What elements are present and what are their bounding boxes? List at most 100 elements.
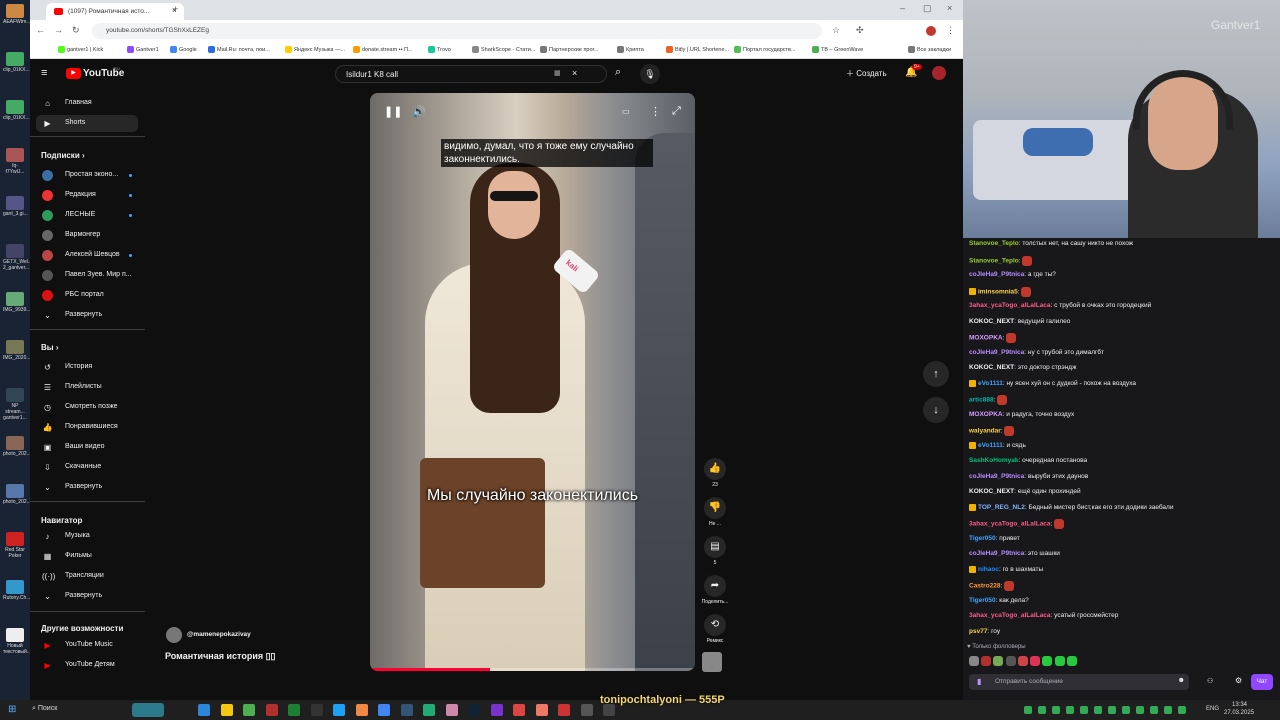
taskbar-app-icon[interactable] [580,704,593,716]
chat-username[interactable]: KOKOC_NEXT [969,364,1014,371]
bits-icon[interactable]: ⚇ [1207,677,1213,685]
tray-icon[interactable] [1038,706,1046,714]
chat-username[interactable]: eVo1111 [978,380,1003,387]
taskbar-app-icon[interactable] [288,704,300,716]
sidebar-item[interactable]: РБС портал [36,287,138,304]
tray-icon[interactable] [1136,706,1144,714]
chat-username[interactable]: nihaoc [978,566,999,573]
taskbar-app-icon[interactable] [310,704,323,716]
tray-icon[interactable] [1066,706,1074,714]
sidebar-item[interactable]: ((·)) Трансляции [36,568,138,585]
taskbar-app-icon[interactable] [423,704,435,716]
sidebar-item[interactable]: ⌄ Развернуть [36,588,138,605]
taskbar-app-icon[interactable] [400,704,413,716]
tray-icon[interactable] [1178,706,1186,714]
emote-icon[interactable]: ☻ [1178,677,1185,684]
taskbar-app-icon[interactable] [355,704,368,716]
previous-short-button[interactable]: ↑ [923,361,949,387]
sidebar-item[interactable]: ☰ Плейлисты [36,379,138,396]
bookmark-item[interactable]: Крипта [617,46,644,53]
taskbar-app-icon[interactable] [220,704,233,716]
chat-username[interactable]: SashKoHomyak [969,457,1019,464]
youtube-logo-icon[interactable]: ▶ [66,68,81,79]
hamburger-menu-icon[interactable]: ≡ [41,67,47,79]
taskbar-widget[interactable] [132,703,164,717]
sidebar-item[interactable]: ▶ YouTube Music [36,637,138,654]
bookmark-item[interactable]: SharkScope - Стати... [472,46,535,53]
sidebar-item[interactable]: 👍 Понравившиеся [36,419,138,436]
chat-username[interactable]: iminsomnia5 [978,288,1018,295]
chat-username[interactable]: coJleHa9_P9tnica [969,473,1024,480]
new-tab-icon[interactable]: + [173,4,178,14]
share-button[interactable]: ➦ Поделить... [700,575,730,605]
desktop-icon[interactable]: gant_3.gi... [3,196,28,217]
keyboard-icon[interactable]: ▦ [554,69,561,77]
extensions-icon[interactable]: ✣ [856,25,864,36]
tray-icon[interactable] [1080,706,1088,714]
chat-username[interactable]: artic888 [969,397,994,404]
tray-icon[interactable] [1150,706,1158,714]
taskbar-app-icon[interactable] [198,704,210,716]
bookmark-item[interactable]: donate.stream •• П... [353,46,413,53]
clear-search-icon[interactable]: × [572,68,577,78]
taskbar-app-icon[interactable] [558,704,570,716]
create-button[interactable]: ＋ Создать [846,68,887,79]
sidebar-item[interactable]: ⌂ Главная [36,95,138,112]
taskbar-app-icon[interactable] [468,704,480,716]
desktop-icon[interactable]: AEAFWtm... [3,4,31,25]
chat-username[interactable]: 3ahax_ycaTogo_aILaILaca [969,302,1051,309]
chat-input[interactable]: ▮ Отправить сообщение ☻ [969,674,1189,690]
tray-icon[interactable] [1108,706,1116,714]
taskbar-app-icon[interactable] [378,704,390,716]
sidebar-section-header[interactable]: Подписки › [41,151,85,160]
bookmark-item[interactable]: TB – GreenWave [812,46,863,53]
desktop-icon[interactable]: clip_01KX... [3,52,30,73]
chat-send-button[interactable]: Чат [1251,674,1273,690]
sidebar-item[interactable]: ▦ Фильмы [36,548,138,565]
bookmark-item[interactable]: Gantver1 [127,46,159,53]
chat-username[interactable]: coJleHa9_P9tnica [969,271,1024,278]
sidebar-item[interactable]: Редакция [36,187,138,204]
desktop-icon[interactable]: GETX_Wel... 2_gantver... [3,244,32,271]
sidebar-item[interactable]: ♪ Музыка [36,528,138,545]
menu-icon[interactable]: ⋮ [946,25,955,36]
chat-username[interactable]: Tiger050 [969,597,996,604]
video-progress-bar[interactable] [370,668,695,671]
clock-date[interactable]: 27.03.2025 [1224,710,1254,716]
next-short-button[interactable]: ↓ [923,397,949,423]
minimize-icon[interactable]: – [900,3,905,13]
desktop-icon[interactable]: IMG_9939... [3,292,31,313]
bookmark-item[interactable]: Mail.Ru: почта, пои... [208,46,270,53]
like-button[interactable]: 👍 23 [700,458,730,488]
tray-icon[interactable] [1052,706,1060,714]
chat-username[interactable]: Stanovoe_Teplo [969,240,1019,247]
sidebar-item[interactable]: ⌄ Развернуть [36,479,138,496]
forward-icon[interactable]: → [54,25,63,35]
desktop-icon[interactable]: Rutony.Ch... [3,580,30,601]
chat-username[interactable]: 3ahax_ycaTogo_aILaILaca [969,612,1051,619]
window-close-icon[interactable]: × [947,3,952,13]
sidebar-item[interactable]: Павел Зуев. Мир п... [36,267,138,284]
remix-button[interactable]: ⟲ Ремикс [700,614,730,644]
tray-icon[interactable] [1164,706,1172,714]
fullscreen-icon[interactable]: ⤢ [672,105,681,118]
sidebar-item[interactable]: Простая эконо... [36,167,138,184]
bookmark-item[interactable]: Trovo [428,46,451,53]
desktop-icon[interactable]: clip_01KX... [3,100,30,121]
tray-icon[interactable] [1024,706,1032,714]
bookmark-item[interactable]: Портал государств... [734,46,796,53]
chat-username[interactable]: walyandar [969,428,1001,435]
chat-username[interactable]: MOXOPKA [969,335,1003,342]
reload-icon[interactable]: ↻ [72,25,80,36]
windows-start-icon[interactable]: ⊞ [8,704,16,715]
chat-username[interactable]: psv77 [969,628,987,635]
chat-username[interactable]: MOXOPKA [969,411,1003,418]
chat-username[interactable]: Stanovoe_Teplo [969,257,1019,264]
back-icon[interactable]: ← [36,25,45,35]
desktop-icon[interactable]: Новый текстовый... [3,628,31,655]
url-field[interactable]: youtube.com/shorts/TGShXxLEZEg [92,23,822,39]
desktop-icon[interactable]: photo_202... [3,436,31,457]
desktop-icon[interactable]: NP stream... gantver1... [3,388,27,421]
tray-icon[interactable] [1122,706,1130,714]
sidebar-item[interactable]: Вармонгер [36,227,138,244]
